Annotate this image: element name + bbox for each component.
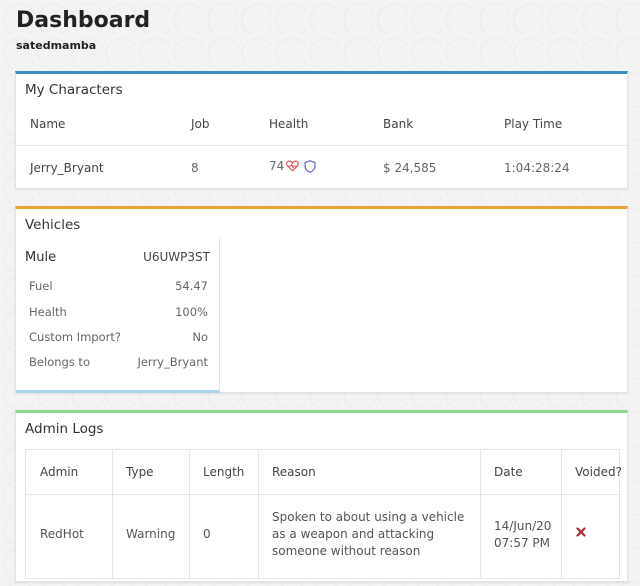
vehicle-field-value: No xyxy=(192,330,208,344)
admin-logs-card: Admin Logs Admin Type Length Reason Date… xyxy=(15,410,628,582)
characters-table-header: Name Job Health Bank Play Time xyxy=(16,102,627,146)
vehicle-field-value: Jerry_Bryant xyxy=(137,355,208,369)
col-date: Date xyxy=(494,465,523,479)
col-play-time: Play Time xyxy=(504,117,563,131)
col-length: Length xyxy=(203,465,245,479)
admin-logs-header: Admin Type Length Reason Date Voided? xyxy=(26,450,622,495)
vehicles-card-title: Vehicles xyxy=(25,217,81,233)
character-health-value: 74 xyxy=(269,159,285,173)
col-bank: Bank xyxy=(383,117,414,131)
character-play-time: 1:04:28:24 xyxy=(504,161,570,175)
heart-icon xyxy=(286,160,300,172)
log-date: 14/Jun/20 07:57 PM xyxy=(494,519,552,550)
vehicle-model: Mule xyxy=(25,250,57,265)
col-reason: Reason xyxy=(272,465,316,479)
table-row[interactable]: Jerry_Bryant 8 74 $ 24,585 1:04:28:24 xyxy=(16,146,627,190)
admin-logs-table: Admin Type Length Reason Date Voided? Re… xyxy=(25,449,622,579)
vehicle-field-custom-import: Custom Import? No xyxy=(16,330,220,350)
vehicle-plate: U6UWP3ST xyxy=(143,250,210,264)
log-admin: RedHot xyxy=(40,527,84,541)
x-icon xyxy=(576,527,586,537)
username: satedmamba xyxy=(16,39,97,52)
shield-icon xyxy=(304,159,316,173)
vehicle-field-label: Health xyxy=(29,305,67,319)
log-length: 0 xyxy=(203,527,211,541)
vehicle-field-health: Health 100% xyxy=(16,305,220,325)
character-name[interactable]: Jerry_Bryant xyxy=(30,161,104,175)
characters-card-title: My Characters xyxy=(25,82,123,98)
vehicle-field-label: Belongs to xyxy=(29,355,90,369)
vehicle-field-owner: Belongs to Jerry_Bryant xyxy=(16,355,220,375)
col-type: Type xyxy=(126,465,154,479)
table-row[interactable]: RedHot Warning 0 Spoken to about using a… xyxy=(26,495,619,579)
col-job: Job xyxy=(191,117,210,131)
vehicle-field-label: Custom Import? xyxy=(29,330,121,344)
col-voided: Voided? xyxy=(575,465,622,479)
vehicle-card[interactable]: Mule U6UWP3ST Fuel 54.47 Health 100% Cus… xyxy=(16,237,220,393)
character-health: 74 xyxy=(269,159,316,173)
character-job: 8 xyxy=(191,161,199,175)
character-bank: $ 24,585 xyxy=(383,161,437,175)
col-health: Health xyxy=(269,117,309,131)
page-title: Dashboard xyxy=(16,8,151,33)
col-admin: Admin xyxy=(40,465,79,479)
vehicle-field-value: 54.47 xyxy=(175,279,208,293)
col-name: Name xyxy=(30,117,66,131)
vehicle-field-fuel: Fuel 54.47 xyxy=(16,279,220,299)
vehicle-field-label: Fuel xyxy=(29,279,53,293)
vehicles-card: Vehicles Mule U6UWP3ST Fuel 54.47 Health… xyxy=(15,206,628,393)
vehicle-field-value: 100% xyxy=(175,305,208,319)
log-type: Warning xyxy=(126,527,176,541)
admin-logs-card-title: Admin Logs xyxy=(25,421,104,437)
log-reason: Spoken to about using a vehicle as a wea… xyxy=(272,510,465,558)
characters-card: My Characters Name Job Health Bank Play … xyxy=(15,71,628,189)
